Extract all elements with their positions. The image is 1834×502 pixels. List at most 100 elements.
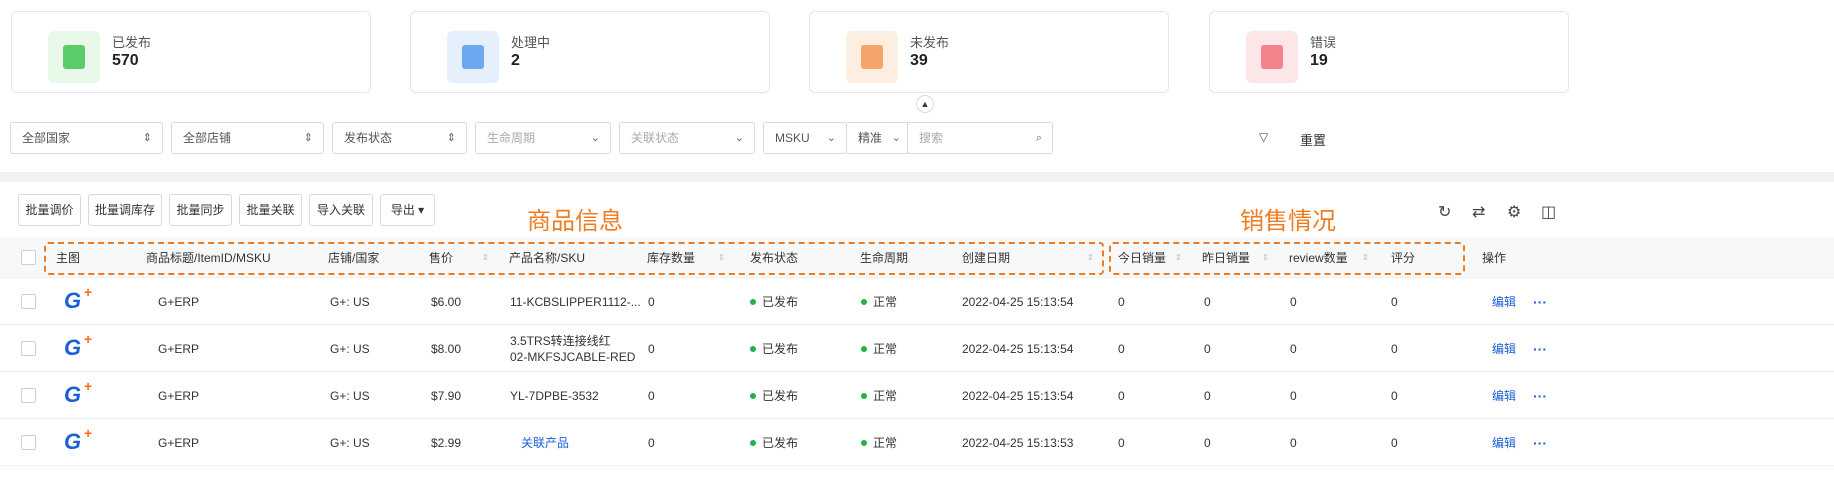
table-row[interactable]: G + G+ERP G+: US $8.00 3.5TRS转连接线红 02-MKFSJCAB… bbox=[0, 325, 1834, 372]
select-all-checkbox[interactable] bbox=[21, 250, 36, 265]
country-select[interactable]: 全部国家 ⇕ bbox=[10, 122, 163, 154]
stat-card-error[interactable]: 错误 19 bbox=[1209, 11, 1569, 93]
product-list-panel: 批量调价 批量调库存 批量同步 批量关联 导入关联 导出 ▾ 商品信息 销售情况… bbox=[0, 182, 1834, 502]
field-select[interactable]: MSKU ⌄ bbox=[763, 122, 847, 154]
stat-value: 2 bbox=[511, 52, 520, 69]
publish-status-text: 已发布 bbox=[762, 295, 799, 309]
link-status-placeholder: 关联状态 bbox=[631, 131, 680, 145]
table-row[interactable]: G + G+ERP G+: US $6.00 11-KCBSLIPPER1112-... 0… bbox=[0, 278, 1834, 325]
lifecycle-text: 正常 bbox=[873, 389, 898, 403]
search-input[interactable]: 搜索 ⌕ bbox=[907, 122, 1053, 154]
store-select[interactable]: 全部店铺 ⇕ bbox=[171, 122, 324, 154]
lifecycle-text: 正常 bbox=[873, 342, 898, 356]
logo-letter: G bbox=[64, 429, 82, 454]
publish-status-value: 发布状态 bbox=[344, 131, 393, 145]
product-name: 3.5TRS转连接线红 bbox=[510, 333, 611, 348]
product-title[interactable]: G+ERP bbox=[158, 325, 199, 372]
today-sales: 0 bbox=[1118, 388, 1125, 403]
store-country: G+: US bbox=[330, 341, 370, 356]
product-title[interactable]: G+ERP bbox=[158, 419, 199, 466]
rating: 0 bbox=[1391, 388, 1398, 403]
export-button[interactable]: 导出 ▾ bbox=[380, 194, 435, 226]
logo-plus: + bbox=[84, 425, 93, 441]
logo-plus: + bbox=[84, 378, 93, 394]
publish-status: 已发布 bbox=[750, 325, 798, 372]
stock-qty: 0 bbox=[648, 294, 655, 309]
summary-panel: 已发布 570 处理中 2 未发布 39 错误 19 ▲ 全部国家 ⇕ 全部店铺 ⇕… bbox=[0, 0, 1834, 172]
status-dot bbox=[750, 392, 756, 399]
updown-icon: ⇕ bbox=[142, 132, 152, 144]
product-image: G + bbox=[64, 378, 92, 408]
batch-sync-button[interactable]: 批量同步 bbox=[169, 194, 232, 226]
product-image: G + bbox=[64, 425, 92, 455]
table-row[interactable]: G + G+ERP G+: US $7.90 YL-7DPBE-3532 0 已发布 正常 202… bbox=[0, 372, 1834, 419]
lifecycle-status: 正常 bbox=[861, 419, 897, 466]
columns-icon[interactable]: ◫ bbox=[1541, 202, 1556, 222]
stat-card-processing[interactable]: 处理中 2 bbox=[410, 11, 770, 93]
product-sku: YL-7DPBE-3532 bbox=[510, 388, 599, 403]
edit-link[interactable]: 编辑 bbox=[1492, 372, 1516, 419]
logo-plus: + bbox=[84, 331, 93, 347]
published-icon bbox=[48, 31, 100, 83]
publish-status-text: 已发布 bbox=[762, 389, 799, 403]
swap-icon[interactable]: ⇄ bbox=[1472, 202, 1485, 222]
more-actions-icon[interactable]: ··· bbox=[1533, 325, 1547, 372]
product-sku: 02-MKFSJCABLE-RED bbox=[510, 349, 636, 364]
more-actions-icon[interactable]: ··· bbox=[1533, 419, 1547, 466]
stat-value: 570 bbox=[112, 52, 139, 69]
created-date: 2022-04-25 15:13:54 bbox=[962, 388, 1074, 403]
status-dot bbox=[861, 392, 867, 399]
lifecycle-text: 正常 bbox=[873, 295, 898, 309]
more-actions-icon[interactable]: ··· bbox=[1533, 278, 1547, 325]
edit-link[interactable]: 编辑 bbox=[1492, 278, 1516, 325]
reset-button[interactable]: 重置 bbox=[1300, 130, 1326, 149]
batch-stock-button[interactable]: 批量调库存 bbox=[88, 194, 162, 226]
product-title[interactable]: G+ERP bbox=[158, 278, 199, 325]
lifecycle-text: 正常 bbox=[873, 436, 898, 450]
status-dot bbox=[861, 345, 867, 352]
batch-price-button[interactable]: 批量调价 bbox=[18, 194, 81, 226]
yesterday-sales: 0 bbox=[1204, 341, 1211, 356]
sales-info-highlight bbox=[1109, 242, 1465, 275]
row-checkbox[interactable] bbox=[21, 341, 36, 356]
batch-link-button[interactable]: 批量关联 bbox=[239, 194, 302, 226]
logo-plus: + bbox=[84, 284, 93, 300]
stat-card-unpublished[interactable]: 未发布 39 bbox=[809, 11, 1169, 93]
row-checkbox[interactable] bbox=[21, 294, 36, 309]
product-title[interactable]: G+ERP bbox=[158, 372, 199, 419]
edit-link[interactable]: 编辑 bbox=[1492, 419, 1516, 466]
edit-link[interactable]: 编辑 bbox=[1492, 325, 1516, 372]
row-checkbox[interactable] bbox=[21, 435, 36, 450]
collapse-toggle[interactable]: ▲ bbox=[916, 95, 934, 113]
product-image: G + bbox=[64, 331, 92, 361]
more-actions-icon[interactable]: ··· bbox=[1533, 372, 1547, 419]
price: $2.99 bbox=[431, 435, 462, 450]
status-dot bbox=[861, 298, 867, 305]
product-info-annotation: 商品信息 bbox=[527, 208, 623, 235]
logo-letter: G bbox=[64, 335, 82, 360]
status-dot bbox=[750, 345, 756, 352]
stat-value: 39 bbox=[910, 52, 928, 69]
filter-icon[interactable]: ▽ bbox=[1259, 130, 1268, 144]
import-link-button[interactable]: 导入关联 bbox=[309, 194, 373, 226]
link-status-select[interactable]: 关联状态 ⌄ bbox=[619, 122, 755, 154]
link-product-link[interactable]: 关联产品 bbox=[521, 419, 569, 466]
lifecycle-select[interactable]: 生命周期 ⌄ bbox=[475, 122, 611, 154]
review-count: 0 bbox=[1290, 388, 1297, 403]
publish-status-select[interactable]: 发布状态 ⇕ bbox=[332, 122, 467, 154]
product-info-highlight bbox=[44, 242, 1104, 275]
today-sales: 0 bbox=[1118, 294, 1125, 309]
gear-icon[interactable]: ⚙ bbox=[1507, 202, 1521, 222]
row-checkbox[interactable] bbox=[21, 388, 36, 403]
table-row[interactable]: G + G+ERP G+: US $2.99 关联产品 0 已发布 正常 2022-04-25 1… bbox=[0, 419, 1834, 466]
stat-card-published[interactable]: 已发布 570 bbox=[11, 11, 371, 93]
logo-letter: G bbox=[64, 288, 82, 313]
processing-icon bbox=[447, 31, 499, 83]
lifecycle-status: 正常 bbox=[861, 278, 897, 325]
match-select[interactable]: 精准 ⌄ bbox=[847, 122, 908, 154]
country-select-value: 全部国家 bbox=[22, 131, 71, 145]
store-country: G+: US bbox=[330, 388, 370, 403]
refresh-icon[interactable]: ↻ bbox=[1438, 202, 1451, 222]
updown-icon: ⇕ bbox=[303, 132, 313, 144]
store-country: G+: US bbox=[330, 435, 370, 450]
